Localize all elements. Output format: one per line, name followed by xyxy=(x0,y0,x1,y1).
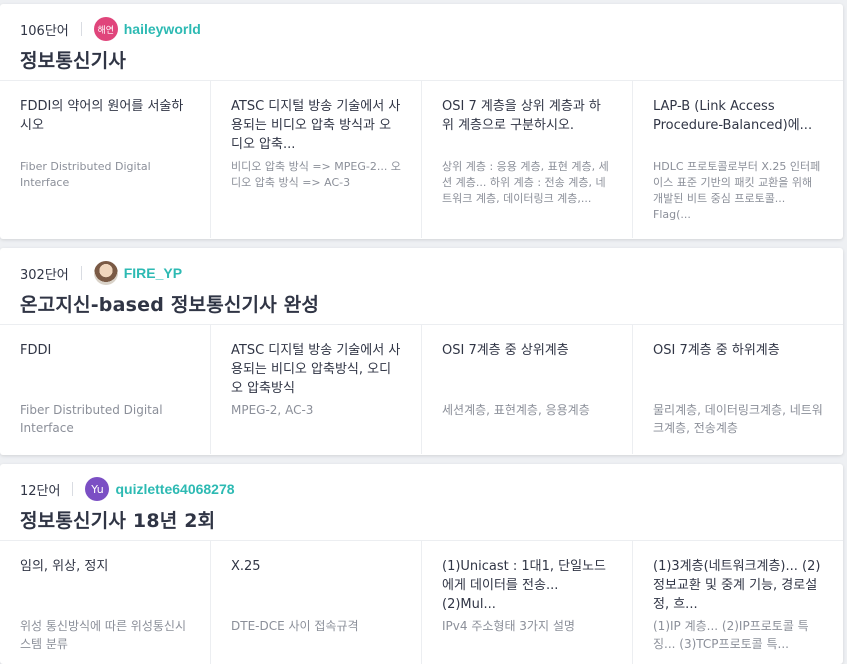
divider xyxy=(80,266,82,280)
study-set-card[interactable]: 302단어 FIRE_YP 온고지신-based 정보통신기사 완성 FDDI … xyxy=(0,248,843,455)
set-header: 12단어 Yu quizlette64068278 정보통신기사 18년 2회 xyxy=(0,464,843,541)
term-word: X.25 xyxy=(231,559,261,574)
term-word: OSI 7계층 중 하위계층 xyxy=(653,343,780,358)
term-word: 임의, 위상, 정지 xyxy=(20,559,109,574)
term-definition: 비디오 압축 방식 => MPEG-2... 오디오 압축 방식 => AC-3 xyxy=(231,160,401,189)
set-header: 302단어 FIRE_YP 온고지신-based 정보통신기사 완성 xyxy=(0,248,843,325)
term-preview: (1)3계층(네트워크계층)... (2)정보교환 및 중계 기능, 경로설정,… xyxy=(633,541,843,664)
term-word: FDDI xyxy=(20,343,52,358)
term-preview: LAP-B (Link Access Procedure-Balanced)에.… xyxy=(633,81,843,238)
term-preview: OSI 7계층 중 상위계층 세션계층, 표현계층, 응용계층 xyxy=(422,325,633,454)
term-word: FDDI의 약어의 원어를 서술하시오 xyxy=(20,99,184,133)
set-title[interactable]: 정보통신기사 18년 2회 xyxy=(20,506,823,533)
term-definition: HDLC 프로토콜로부터 X.25 인터페이스 표준 기반의 패킷 교환을 위해… xyxy=(653,160,821,221)
term-definition: IPv4 주소형태 3가지 설명 xyxy=(442,619,575,633)
term-count: 106단어 xyxy=(20,23,69,39)
term-word: (1)3계층(네트워크계층)... (2)정보교환 및 중계 기능, 경로설정,… xyxy=(653,559,821,612)
term-definition: 위성 통신방식에 따른 위성통신시스템 분류 xyxy=(20,619,187,651)
username-link[interactable]: haileyworld xyxy=(124,21,201,37)
set-header: 106단어 해연 haileyworld 정보통신기사 xyxy=(0,4,843,81)
avatar[interactable]: 해연 xyxy=(93,17,118,41)
set-title[interactable]: 온고지신-based 정보통신기사 완성 xyxy=(20,290,823,317)
term-preview: FDDI Fiber Distributed Digital Interface xyxy=(0,325,211,454)
term-preview: ATSC 디지털 방송 기술에서 사용되는 비디오 압축방식, 오디오 압축방식… xyxy=(211,325,422,454)
term-definition: Fiber Distributed Digital Interface xyxy=(20,403,163,435)
term-preview: FDDI의 약어의 원어를 서술하시오 Fiber Distributed Di… xyxy=(0,81,211,238)
set-title[interactable]: 정보통신기사 xyxy=(20,46,823,73)
avatar[interactable]: Yu xyxy=(85,477,110,501)
term-word: LAP-B (Link Access Procedure-Balanced)에.… xyxy=(653,99,813,133)
term-word: (1)Unicast : 1대1, 단일노드에게 데이터를 전송... (2)M… xyxy=(442,559,607,612)
term-definition: MPEG-2, AC-3 xyxy=(231,403,314,417)
username-link[interactable]: quizlette64068278 xyxy=(115,481,234,497)
term-word: ATSC 디지털 방송 기술에서 사용되는 비디오 압축 방식과 오디오 압축.… xyxy=(231,99,401,152)
term-word: OSI 7계층 중 상위계층 xyxy=(442,343,569,358)
term-word: ATSC 디지털 방송 기술에서 사용되는 비디오 압축방식, 오디오 압축방식 xyxy=(231,343,401,396)
term-definition: 물리계층, 데이터링크계층, 네트워크계층, 전송계층 xyxy=(653,403,823,435)
term-definition: DTE-DCE 사이 접속규격 xyxy=(231,619,359,633)
study-set-card[interactable]: 106단어 해연 haileyworld 정보통신기사 FDDI의 약어의 원어… xyxy=(0,4,843,239)
term-preview: (1)Unicast : 1대1, 단일노드에게 데이터를 전송... (2)M… xyxy=(422,541,633,664)
term-preview: ATSC 디지털 방송 기술에서 사용되는 비디오 압축 방식과 오디오 압축.… xyxy=(211,81,422,238)
term-count: 12단어 xyxy=(20,483,61,499)
study-set-card[interactable]: 12단어 Yu quizlette64068278 정보통신기사 18년 2회 … xyxy=(0,464,843,664)
term-preview: OSI 7계층 중 하위계층 물리계층, 데이터링크계층, 네트워크계층, 전송… xyxy=(633,325,843,454)
term-definition: 세션계층, 표현계층, 응용계층 xyxy=(442,403,590,417)
term-preview: OSI 7 계층을 상위 계층과 하위 계층으로 구분하시오. 상위 계층 : … xyxy=(422,81,633,238)
avatar[interactable] xyxy=(93,261,118,285)
divider xyxy=(80,22,82,36)
term-word: OSI 7 계층을 상위 계층과 하위 계층으로 구분하시오. xyxy=(442,99,601,133)
username-link[interactable]: FIRE_YP xyxy=(124,265,182,281)
term-count: 302단어 xyxy=(20,267,69,283)
term-definition: (1)IP 계층... (2)IP프로토콜 특징... (3)TCP프로토콜 특… xyxy=(653,619,809,651)
term-definition: Fiber Distributed Digital Interface xyxy=(20,160,151,189)
term-definition: 상위 계층 : 응용 계층, 표현 계층, 세션 계층... 하위 계층 : 전… xyxy=(442,160,609,205)
divider xyxy=(72,482,74,496)
term-preview: X.25 DTE-DCE 사이 접속규격 xyxy=(211,541,422,664)
term-preview: 임의, 위상, 정지 위성 통신방식에 따른 위성통신시스템 분류 xyxy=(0,541,211,664)
